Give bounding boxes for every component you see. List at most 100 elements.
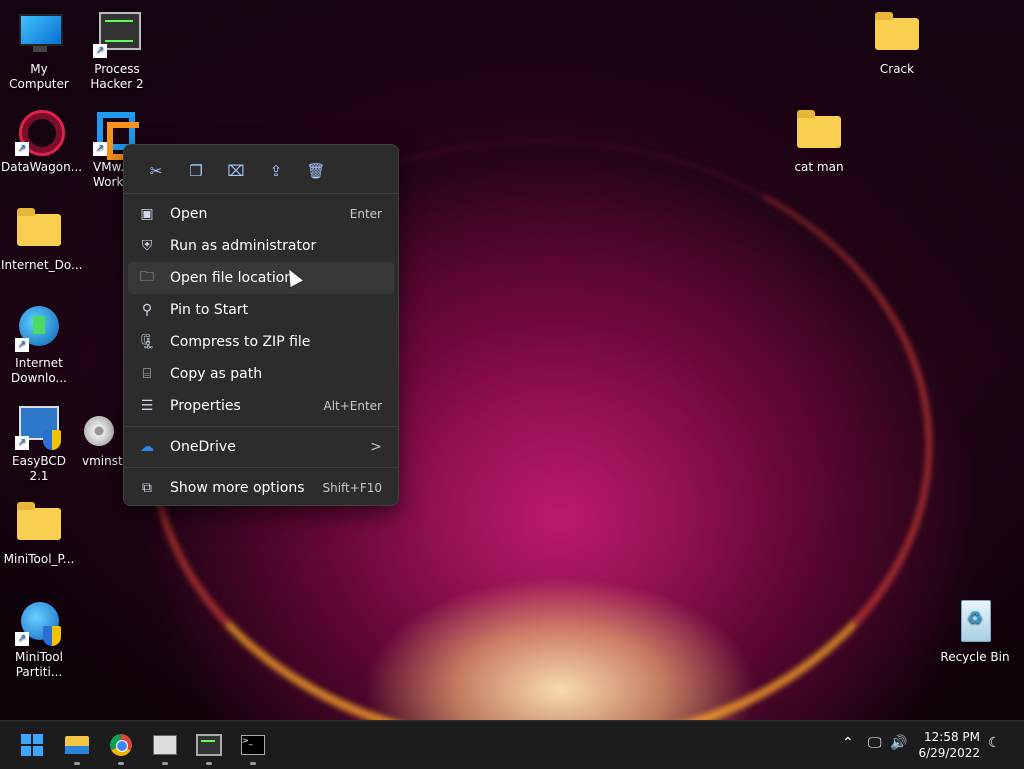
shortcut-arrow-icon: ↗ <box>15 436 29 450</box>
share-button[interactable]: ⇪ <box>256 159 296 183</box>
menu-item-copy-as-path[interactable]: ⌸ Copy as path <box>128 358 394 390</box>
folder-outline-icon: 🗀 <box>140 269 154 285</box>
installer-icon <box>153 735 177 755</box>
desktop-icon-label: DataWagon... <box>1 160 83 174</box>
onedrive-cloud-icon: ☁ <box>140 439 154 455</box>
clock-date: 6/29/2022 <box>918 746 980 760</box>
menu-separator <box>124 426 398 427</box>
desktop-icon-label: Process Hacker 2 <box>90 62 144 91</box>
clock-time: 12:58 PM <box>924 730 980 744</box>
desktop-icon-minitool-partition[interactable]: ↗ MiniTool Partiti... <box>1 598 77 680</box>
trash-icon: 🗑 <box>306 162 326 180</box>
menu-item-label: Show more options <box>170 480 305 496</box>
taskbar-file-explorer[interactable] <box>61 729 93 765</box>
shortcut-arrow-icon: ↗ <box>93 44 107 58</box>
windows-logo-icon <box>21 734 43 756</box>
network-icon[interactable]: 🖵 <box>868 735 882 751</box>
desktop-icon-label: My Computer <box>9 62 69 91</box>
chevron-right-icon: > <box>370 439 382 455</box>
zip-icon: 🗜 <box>138 334 156 350</box>
menu-item-run-as-administrator[interactable]: ⛨ Run as administrator <box>128 230 394 262</box>
file-explorer-icon <box>65 736 89 754</box>
desktop-icon-internet-do-folder[interactable]: Internet_Do... <box>1 206 83 273</box>
shortcut-arrow-icon: ↗ <box>15 632 29 646</box>
chrome-icon <box>110 734 132 756</box>
desktop-icon-cat-man-folder[interactable]: cat man <box>781 108 857 175</box>
menu-item-onedrive[interactable]: ☁ OneDrive > <box>128 431 394 463</box>
pin-icon: ⚲ <box>141 302 153 318</box>
context-menu-quick-actions: ✂ ❐ ⌧ ⇪ 🗑 <box>124 145 398 194</box>
menu-item-compress-to-zip[interactable]: 🗜 Compress to ZIP file <box>128 326 394 358</box>
menu-separator <box>124 467 398 468</box>
desktop-icon-label: MiniTool Partiti... <box>15 650 63 679</box>
folder-icon <box>17 502 61 540</box>
rename-icon: ⌧ <box>227 162 245 180</box>
desktop-icon-label: EasyBCD 2.1 <box>12 454 66 483</box>
menu-item-pin-to-start[interactable]: ⚲ Pin to Start <box>128 294 394 326</box>
delete-button[interactable]: 🗑 <box>296 159 336 183</box>
desktop-icon-internet-download-manager[interactable]: ↗ Internet Downlo... <box>1 304 77 386</box>
desktop-icon-recycle-bin[interactable]: Recycle Bin <box>937 598 1013 665</box>
folder-icon <box>17 208 61 246</box>
desktop-icon-label: Internet_Do... <box>1 258 83 272</box>
shortcut-arrow-icon: ↗ <box>15 338 29 352</box>
shortcut-arrow-icon: ↗ <box>15 142 29 156</box>
menu-item-label: OneDrive <box>170 439 236 455</box>
taskbar-clock[interactable]: 12:58 PM 6/29/2022 <box>918 729 980 761</box>
uac-shield-icon <box>43 430 61 450</box>
taskbar-terminal[interactable]: >_ <box>237 729 269 765</box>
desktop-icon-process-hacker[interactable]: ↗ Process Hacker 2 <box>79 10 155 92</box>
scissors-icon: ✂ <box>149 162 163 180</box>
start-button[interactable] <box>16 729 48 761</box>
properties-icon: ☰ <box>140 398 154 414</box>
chevron-up-icon[interactable]: ⌃ <box>842 735 854 751</box>
menu-item-label: Run as administrator <box>170 238 317 254</box>
taskbar-app-installer[interactable] <box>149 729 181 765</box>
menu-item-label: Compress to ZIP file <box>170 334 311 350</box>
menu-item-open[interactable]: ▣ Open Enter <box>128 198 394 230</box>
desktop-icon-datawagon[interactable]: ↗ DataWagon... <box>1 108 83 175</box>
uac-shield-icon <box>43 626 61 646</box>
menu-item-show-more-options[interactable]: ⧉ Show more options Shift+F10 <box>128 472 394 504</box>
copy-button[interactable]: ❐ <box>176 159 216 183</box>
folder-icon <box>797 110 841 148</box>
desktop-icon-easybcd[interactable]: ↗ EasyBCD 2.1 <box>1 402 77 484</box>
recycle-bin-icon <box>961 600 991 642</box>
desktop-icon-crack-folder[interactable]: Crack <box>859 10 935 77</box>
desktop-icon-label: Crack <box>879 62 915 76</box>
menu-item-label: Open <box>170 206 208 222</box>
menu-item-label: Properties <box>170 398 241 414</box>
menu-item-shortcut: Alt+Enter <box>323 399 382 413</box>
focus-assist-moon-icon[interactable]: ☾ <box>988 735 1001 751</box>
menu-item-label: Copy as path <box>170 366 263 382</box>
desktop-icon-my-computer[interactable]: My Computer <box>1 10 77 92</box>
more-options-icon: ⧉ <box>142 480 152 496</box>
cut-button[interactable]: ✂ <box>136 159 176 183</box>
volume-icon[interactable]: 🔊 <box>890 735 907 751</box>
desktop-icon-label: Recycle Bin <box>940 650 1010 664</box>
desktop-icon-label: cat man <box>794 160 844 174</box>
desktop-icon-label: vminsta... <box>82 454 128 468</box>
monitor-icon <box>19 14 63 46</box>
copy-icon: ❐ <box>189 162 203 180</box>
taskbar-process-hacker[interactable] <box>193 729 225 765</box>
path-icon: ⌸ <box>142 366 152 382</box>
menu-item-properties[interactable]: ☰ Properties Alt+Enter <box>128 390 394 422</box>
desktop-icon-vminstall[interactable]: vminsta... <box>79 402 128 469</box>
desktop-icon-minitool-folder[interactable]: MiniTool_P... <box>1 500 77 567</box>
disc-icon <box>84 416 114 446</box>
menu-item-label: Pin to Start <box>170 302 249 318</box>
rename-button[interactable]: ⌧ <box>216 159 256 183</box>
context-menu: ✂ ❐ ⌧ ⇪ 🗑 ▣ Open Enter ⛨ Run as administ… <box>123 144 399 506</box>
taskbar: >_ ⌃ 🖵 🔊 12:58 PM 6/29/2022 ☾ <box>0 720 1024 769</box>
system-tray: ⌃ 🖵 🔊 12:58 PM 6/29/2022 ☾ <box>824 721 1024 769</box>
terminal-icon: >_ <box>241 735 265 755</box>
desktop-icon-label: Internet Downlo... <box>11 356 67 385</box>
process-hacker-icon <box>196 734 222 756</box>
admin-shield-icon: ⛨ <box>141 238 153 254</box>
shortcut-arrow-icon: ↗ <box>93 142 107 156</box>
menu-item-open-file-location[interactable]: 🗀 Open file location <box>128 262 394 294</box>
share-icon: ⇪ <box>269 162 283 180</box>
folder-icon <box>875 12 919 50</box>
taskbar-chrome[interactable] <box>105 729 137 765</box>
